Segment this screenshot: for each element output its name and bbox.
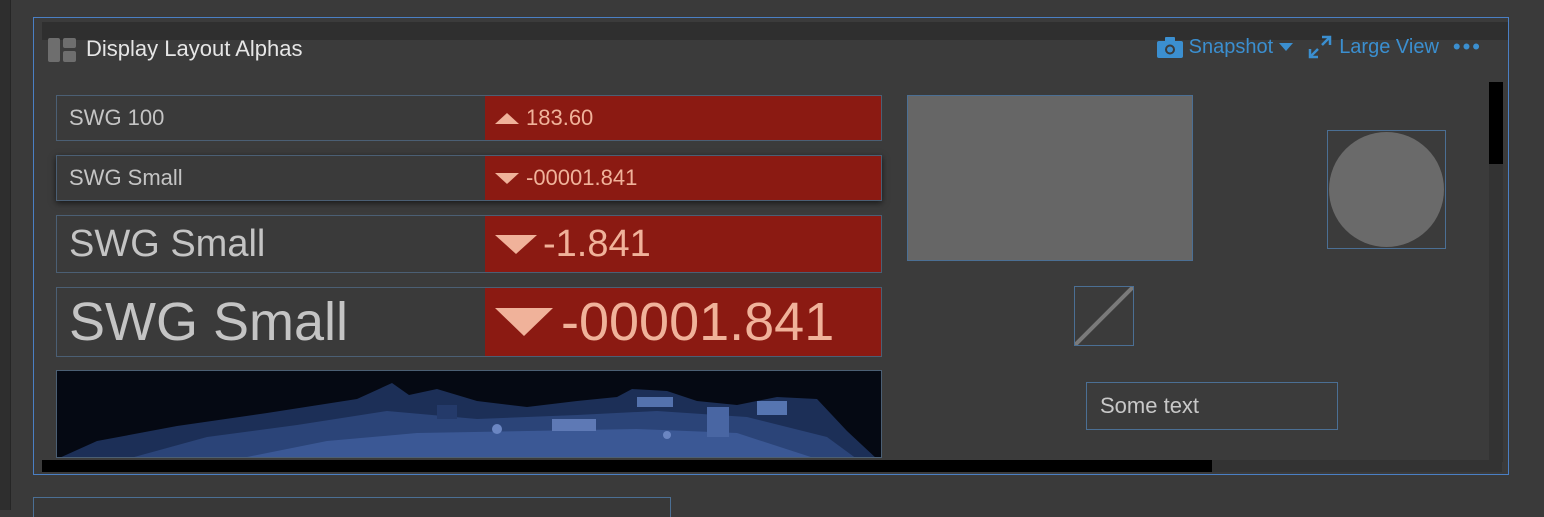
widget-value-cell: -00001.841 (485, 288, 881, 356)
trend-down-icon (495, 308, 553, 336)
next-panel-edge (33, 497, 671, 517)
widget-label: SWG 100 (69, 105, 165, 130)
left-sidebar-edge (0, 0, 11, 510)
trend-up-icon (495, 112, 519, 124)
trend-down-icon (495, 172, 519, 184)
trend-down-icon (495, 234, 537, 254)
horizontal-scrollbar-thumb[interactable] (42, 460, 1212, 472)
vertical-scrollbar-thumb[interactable] (1489, 82, 1503, 164)
widget-label: SWG Small (69, 292, 349, 352)
more-icon[interactable]: ••• (1453, 34, 1482, 60)
panel-title: Display Layout Alphas (86, 36, 303, 61)
rectangle-shape-widget[interactable] (907, 95, 1193, 261)
snapshot-button[interactable]: Snapshot (1156, 35, 1294, 59)
snapshot-label: Snapshot (1188, 35, 1274, 58)
widget-value-cell: -1.841 (485, 216, 881, 272)
ellipse-shape-widget[interactable] (1327, 130, 1446, 249)
expand-icon (1308, 35, 1332, 59)
widget-value: 183.60 (526, 105, 594, 130)
text-widget[interactable]: Some text (1086, 382, 1338, 430)
telemetry-widget[interactable]: SWG Small -00001.841 (56, 155, 882, 201)
widget-value: -00001.841 (526, 165, 638, 190)
caret-down-icon (1279, 43, 1294, 51)
widget-label: SWG Small (69, 222, 266, 265)
widget-label: SWG Small (69, 165, 183, 190)
line-shape-widget[interactable] (1074, 286, 1134, 346)
telemetry-widget[interactable]: SWG Small -1.841 (56, 215, 882, 273)
line-shape (1074, 286, 1134, 346)
spacecraft-image (57, 371, 881, 457)
image-widget[interactable] (56, 370, 882, 458)
telemetry-widget[interactable]: SWG Small -00001.841 (56, 287, 882, 357)
widget-value: -00001.841 (561, 292, 835, 352)
ellipse-shape (1329, 132, 1444, 247)
widget-value-cell: -00001.841 (485, 156, 881, 200)
large-view-label: Large View (1339, 35, 1439, 58)
panel-header-actions: Snapshot Large View ••• (1156, 34, 1482, 60)
horizontal-scrollbar-track[interactable] (1212, 460, 1502, 472)
widget-value-cell: 183.60 (485, 96, 881, 140)
telemetry-widget[interactable]: SWG 100 183.60 (56, 95, 882, 141)
camera-icon (1156, 37, 1183, 58)
large-view-button[interactable]: Large View (1307, 34, 1439, 60)
layout-icon (48, 38, 76, 62)
display-layout-panel: Display Layout Alphas Snapshot Large Vie… (33, 17, 1509, 475)
widget-value: -1.841 (543, 222, 651, 265)
